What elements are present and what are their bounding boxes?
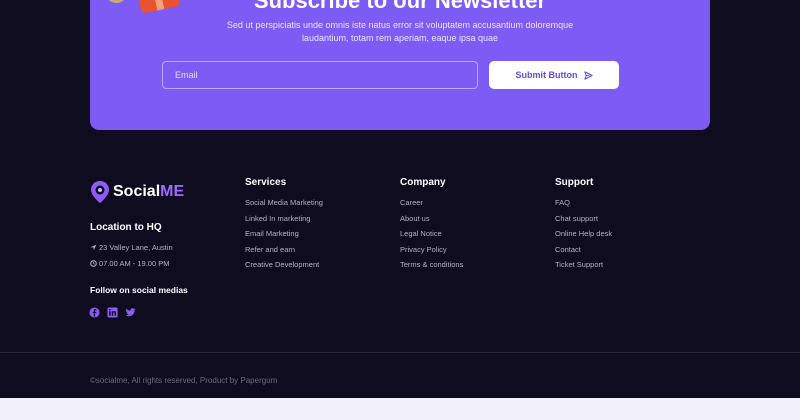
footer-divider xyxy=(0,352,800,353)
footer-link[interactable]: Contact xyxy=(555,245,612,262)
newsletter-title: Subscribe to our Newsletter xyxy=(253,0,547,13)
footer-link[interactable]: Ticket Support xyxy=(555,261,612,277)
support-title: Support xyxy=(555,177,594,188)
company-links: Career About us Legal Notice Privacy Pol… xyxy=(400,199,463,277)
footer-link[interactable]: About us xyxy=(400,214,463,231)
footer-link[interactable]: Refer and earn xyxy=(245,245,323,262)
footer-link[interactable]: Terms & conditions xyxy=(400,261,463,277)
address-text: 23 Valley Lane, Austin xyxy=(99,243,173,252)
location-title: Location to HQ xyxy=(90,222,162,233)
services-title: Services xyxy=(245,177,287,188)
footer-link[interactable]: Legal Notice xyxy=(400,230,463,246)
services-links: Social Media Marketing Linked In marketi… xyxy=(245,199,323,277)
footer-link[interactable]: Chat support xyxy=(555,214,612,231)
newsletter-description: Sed ut perspiciatis unde omnis iste natu… xyxy=(226,20,574,43)
twitter-icon[interactable] xyxy=(125,305,136,317)
submit-button[interactable]: Submit Button xyxy=(489,61,619,89)
footer-link[interactable]: Career xyxy=(400,199,463,215)
social-links xyxy=(89,305,136,318)
company-column: Company Career About us Legal Notice Pri… xyxy=(400,177,463,277)
footer-link[interactable]: FAQ xyxy=(555,199,612,215)
footer-link[interactable]: Linked In marketing xyxy=(245,214,323,231)
newsletter-section: Subscribe to our Newsletter Sed ut persp… xyxy=(90,0,710,130)
location-pin-icon xyxy=(91,181,109,203)
footer-link[interactable]: Creative Development xyxy=(245,261,323,277)
copyright: ©socialme, All rights reserved, Product … xyxy=(90,376,278,385)
hours: 07.00 AM - 19.00 PM xyxy=(90,259,169,268)
email-input[interactable] xyxy=(162,61,478,89)
clock-icon xyxy=(90,260,97,267)
services-column: Services Social Media Marketing Linked I… xyxy=(245,177,323,277)
linkedin-icon[interactable] xyxy=(107,305,118,318)
footer-link[interactable]: Privacy Policy xyxy=(400,245,463,262)
support-column: Support FAQ Chat support Online Help des… xyxy=(555,177,612,277)
brand-logo[interactable]: SocialME xyxy=(90,180,184,204)
footer-link[interactable]: Online Help desk xyxy=(555,230,612,246)
page-bottom-strip xyxy=(0,398,800,420)
footer-link[interactable]: Social Media Marketing xyxy=(245,199,323,215)
support-links: FAQ Chat support Online Help desk Contac… xyxy=(555,199,612,277)
hours-text: 07.00 AM - 19.00 PM xyxy=(99,259,170,268)
submit-button-label: Submit Button xyxy=(515,70,578,80)
brand-name: SocialME xyxy=(113,183,185,200)
address: 23 Valley Lane, Austin xyxy=(90,243,173,252)
navigation-arrow-icon xyxy=(90,244,97,251)
send-icon xyxy=(583,70,593,80)
company-title: Company xyxy=(400,177,446,188)
footer-link[interactable]: Email Marketing xyxy=(245,230,323,246)
facebook-icon[interactable] xyxy=(89,305,100,318)
social-title: Follow on social medias xyxy=(90,285,188,295)
